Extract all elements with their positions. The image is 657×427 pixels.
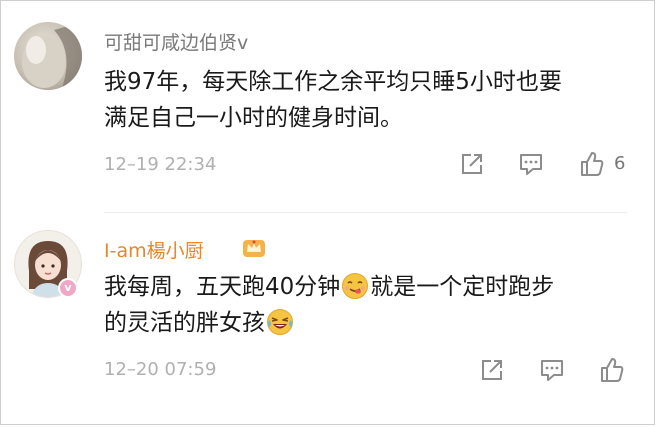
username[interactable]: 可甜可咸边伯贤v [104, 28, 248, 55]
comment-item: v I-am楊小厨 我每周，五天跑40分钟 就是一个定时跑步 的灵活的胖女孩 1… [0, 214, 657, 427]
yummy-emoji-icon [342, 273, 369, 299]
comment-item: 可甜可咸边伯贤v 我97年，每天除工作之余平均只睡5小时也要 满足自己一小时的健… [0, 0, 657, 212]
crown-icon [243, 240, 265, 257]
comment-text-part: 就是一个定时跑步 [370, 274, 555, 300]
reply-icon[interactable] [517, 150, 545, 178]
avatar[interactable] [14, 22, 82, 90]
timestamp: 12–20 07:59 [104, 359, 217, 380]
like-icon[interactable] [578, 150, 606, 178]
avatar-image [22, 22, 82, 90]
verified-badge: v [58, 278, 78, 298]
comment-text: 我97年，每天除工作之余平均只睡5小时也要 满足自己一小时的健身时间。 [104, 64, 644, 136]
timestamp: 12–19 22:34 [104, 154, 217, 175]
share-icon[interactable] [458, 150, 486, 178]
like-count: 6 [614, 153, 626, 174]
like-icon[interactable] [598, 356, 626, 384]
comment-text-line: 满足自己一小时的健身时间。 [104, 105, 403, 131]
comment-text-part: 的灵活的胖女孩 [104, 310, 265, 336]
share-icon[interactable] [478, 356, 506, 384]
laughing-emoji-icon [267, 309, 293, 335]
comment-text: 我每周，五天跑40分钟 就是一个定时跑步 的灵活的胖女孩 [104, 269, 644, 341]
comment-divider [104, 212, 627, 213]
reply-icon[interactable] [538, 356, 566, 384]
username[interactable]: I-am楊小厨 [104, 236, 204, 263]
comment-text-line: 我97年，每天除工作之余平均只睡5小时也要 [104, 69, 562, 95]
comment-text-line: 的灵活的胖女孩 [104, 305, 644, 341]
comment-text-line: 我每周，五天跑40分钟 就是一个定时跑步 [104, 269, 644, 305]
comment-text-part: 我每周，五天跑40分钟 [104, 274, 341, 300]
